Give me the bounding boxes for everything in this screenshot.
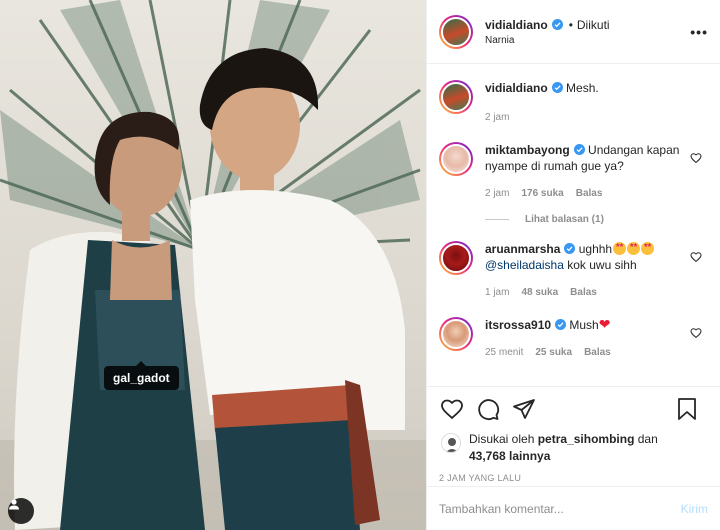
comment-item: itsrossa910 Mush❤ 25 menit 25 suka Balas (439, 317, 708, 361)
comment-text: Mesh. (566, 81, 599, 95)
replies-divider (485, 219, 509, 220)
red-heart-emoji-icon: ❤ (598, 316, 611, 332)
comment-likes[interactable]: 48 suka (521, 285, 558, 301)
comment-text: ughhh (578, 242, 613, 256)
caption: vidialdiano Mesh. 2 jam (439, 80, 708, 126)
comment-text-continued: kok uwu sihh (567, 258, 637, 272)
comment-username[interactable]: miktambayong (485, 143, 570, 157)
mention-link[interactable]: @sheiladaisha (485, 258, 564, 272)
reply-button[interactable]: Balas (584, 345, 611, 361)
post-side-panel: vidialdiano • Diikuti Narnia ••• vidiald… (426, 0, 720, 530)
likes-count[interactable]: 43,768 lainnya (469, 449, 550, 463)
comment-bubble-icon[interactable] (475, 396, 501, 422)
comment-item: aruanmarsha ughhh @sheiladaisha kok uwu … (439, 241, 708, 301)
verified-badge-icon (564, 243, 576, 254)
share-paper-plane-icon[interactable] (511, 396, 537, 422)
comment-item: miktambayong Undangan kapan nyampe di ru… (439, 142, 708, 202)
verified-badge-icon (555, 319, 567, 330)
like-comment-heart-icon[interactable] (690, 251, 702, 263)
caption-avatar[interactable] (439, 80, 473, 114)
send-comment-button[interactable]: Kirim (681, 502, 708, 516)
like-heart-icon[interactable] (439, 396, 465, 422)
comment-time[interactable]: 2 jam (485, 186, 509, 202)
verified-badge-icon (551, 19, 563, 30)
comment-text: Mush (569, 318, 599, 332)
comment-likes[interactable]: 25 suka (535, 345, 572, 361)
comment-username[interactable]: vidialdiano (485, 81, 548, 95)
post-photo[interactable]: gal_gadot (0, 0, 426, 530)
star-struck-emoji-icon (613, 242, 627, 255)
star-struck-emoji-icon (641, 242, 655, 255)
save-bookmark-icon[interactable] (674, 396, 700, 422)
post-header: vidialdiano • Diikuti Narnia ••• (427, 0, 720, 64)
like-comment-heart-icon[interactable] (690, 327, 702, 339)
couple-photo-illustration (0, 0, 426, 530)
likes-summary: Disukai oleh petra_sihombing dan 43,768 … (427, 431, 720, 465)
reply-button[interactable]: Balas (570, 285, 597, 301)
liker-avatar[interactable] (441, 433, 461, 453)
photo-user-tag-label: gal_gadot (113, 371, 170, 385)
comments-list: vidialdiano Mesh. 2 jam miktambayong Und… (427, 64, 720, 386)
comment-username[interactable]: aruanmarsha (485, 242, 560, 256)
star-struck-emoji-icon (627, 242, 641, 255)
comment-time[interactable]: 25 menit (485, 345, 523, 361)
action-icon-row (427, 387, 720, 431)
comment-time[interactable]: 1 jam (485, 285, 509, 301)
author-username[interactable]: vidialdiano (485, 18, 548, 32)
verified-badge-icon (551, 82, 563, 93)
post-timestamp[interactable]: 2 JAM YANG LALU (427, 465, 720, 483)
comment-username[interactable]: itsrossa910 (485, 318, 551, 332)
reply-button[interactable]: Balas (576, 186, 603, 202)
photo-user-tag[interactable]: gal_gadot (104, 361, 179, 390)
commenter-avatar[interactable] (439, 241, 473, 275)
verified-badge-icon (573, 144, 585, 155)
separator-dot: • (568, 17, 573, 32)
follow-status-button[interactable]: Diikuti (577, 18, 610, 32)
commenter-avatar[interactable] (439, 142, 473, 176)
post-location[interactable]: Narnia (485, 35, 610, 46)
likes-suffix: dan (637, 432, 658, 446)
show-tags-button[interactable] (8, 498, 34, 524)
like-comment-heart-icon[interactable] (690, 152, 702, 164)
add-comment-bar: Tambahkan komentar... Kirim (427, 486, 720, 530)
more-options-button[interactable]: ••• (690, 24, 708, 40)
view-replies-button[interactable]: Lihat balasan (1) (485, 214, 708, 225)
view-replies-label: Lihat balasan (1) (525, 214, 604, 225)
commenter-avatar[interactable] (439, 317, 473, 351)
comment-time[interactable]: 2 jam (485, 110, 509, 126)
comment-likes[interactable]: 176 suka (521, 186, 563, 202)
author-avatar[interactable] (439, 14, 473, 49)
liker-username[interactable]: petra_sihombing (538, 432, 635, 446)
user-icon (9, 499, 19, 510)
likes-prefix: Disukai oleh (469, 432, 535, 446)
comment-input[interactable]: Tambahkan komentar... (439, 502, 681, 516)
